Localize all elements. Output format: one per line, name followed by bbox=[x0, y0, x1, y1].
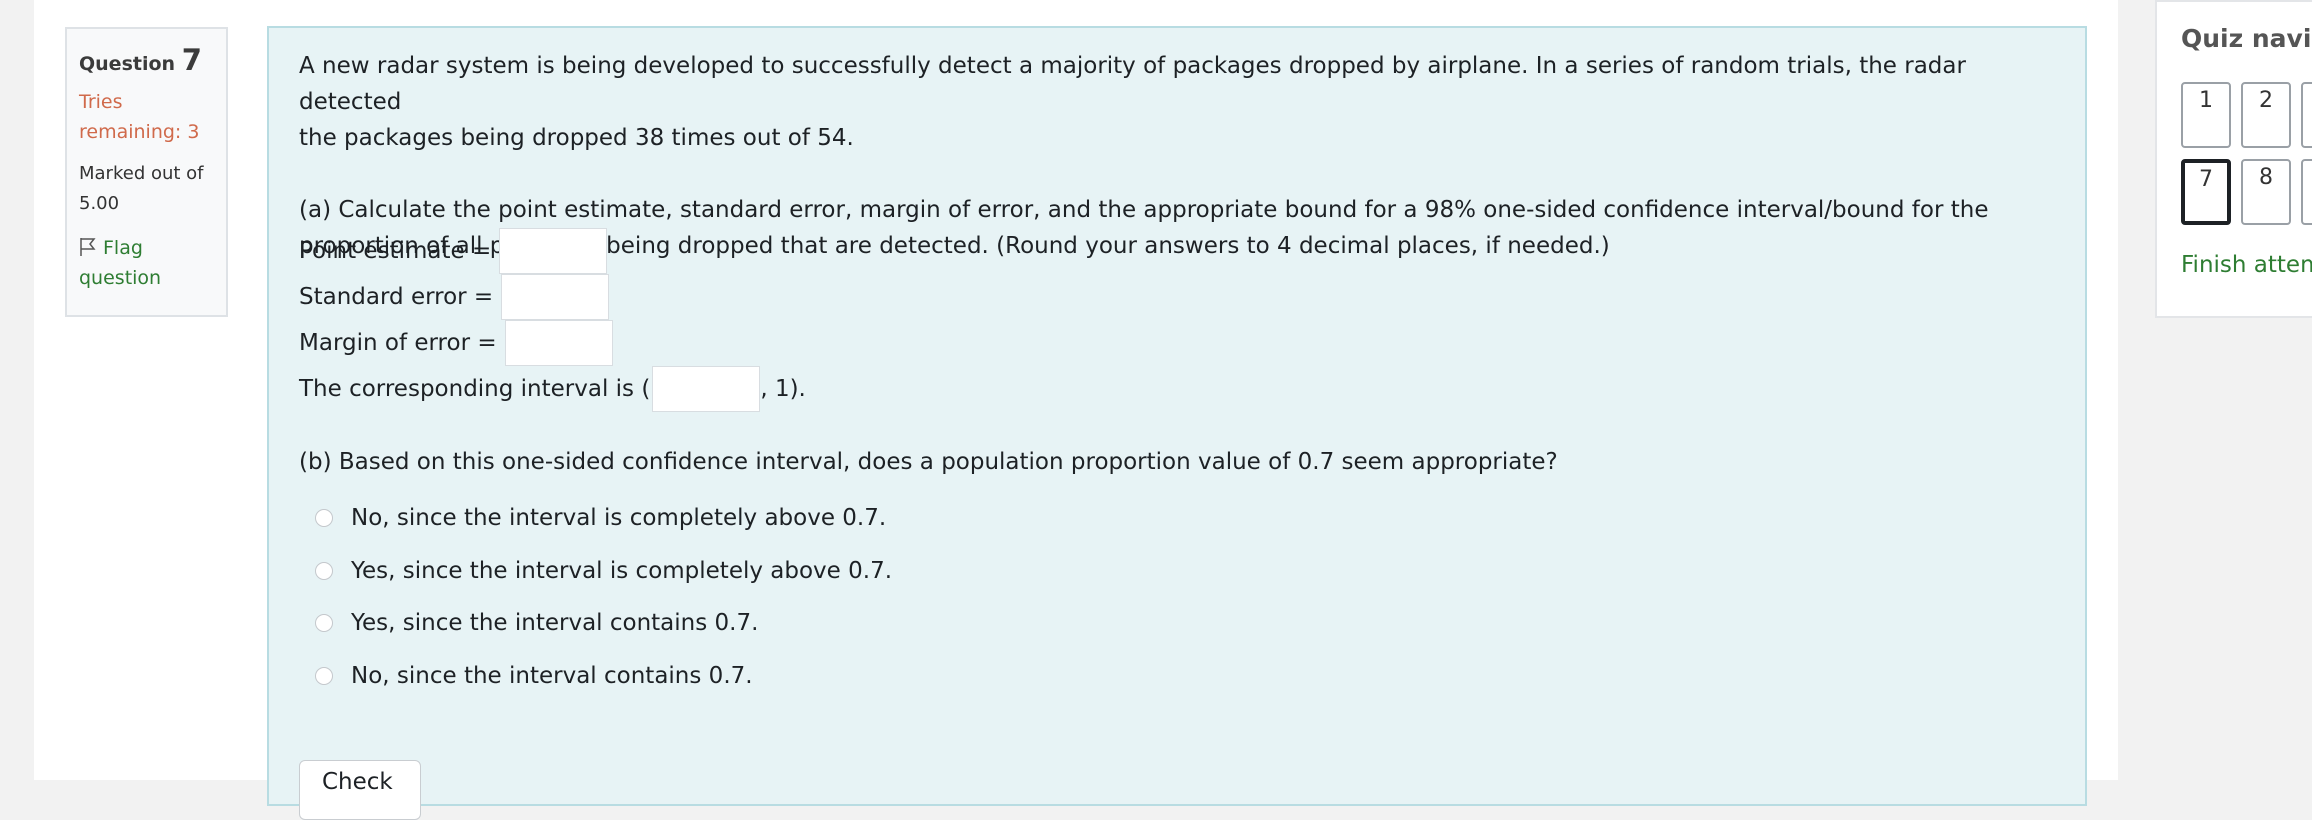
question-number-value: 7 bbox=[181, 43, 202, 77]
standard-error-label: Standard error = bbox=[299, 284, 494, 310]
tries-line-2: remaining: 3 bbox=[79, 121, 200, 143]
marked-line-2: 5.00 bbox=[79, 193, 120, 214]
question-intro-line-2: the packages being dropped 38 times out … bbox=[299, 125, 854, 151]
point-estimate-row: Point estimate = bbox=[299, 228, 608, 274]
interval-prefix: The corresponding interval is ( bbox=[299, 376, 651, 402]
point-estimate-input[interactable] bbox=[499, 228, 608, 274]
nav-question-8[interactable]: 8 bbox=[2241, 159, 2291, 225]
nav-question-7[interactable]: 7 bbox=[2181, 159, 2231, 225]
option-1[interactable]: No, since the interval is completely abo… bbox=[315, 505, 886, 531]
check-button[interactable]: Check bbox=[299, 760, 421, 820]
standard-error-input[interactable] bbox=[501, 274, 610, 320]
option-2[interactable]: Yes, since the interval is completely ab… bbox=[315, 558, 892, 584]
nav-question-2[interactable]: 2 bbox=[2241, 82, 2291, 148]
standard-error-row: Standard error = bbox=[299, 274, 610, 320]
margin-error-label: Margin of error = bbox=[299, 330, 497, 356]
quiz-navigation-title: Quiz navigation bbox=[2181, 24, 2312, 53]
question-number: Question 7 bbox=[79, 43, 226, 77]
tries-remaining: Tries remaining: 3 bbox=[79, 87, 226, 147]
finish-attempt-link[interactable]: Finish attempt ... bbox=[2181, 252, 2312, 278]
interval-lower-input[interactable] bbox=[652, 366, 761, 412]
question-label: Question bbox=[79, 53, 176, 75]
flag-icon bbox=[80, 238, 96, 256]
tries-line-1: Tries bbox=[79, 91, 123, 113]
nav-question-1[interactable]: 1 bbox=[2181, 82, 2231, 148]
interval-row: The corresponding interval is ( , 1). bbox=[299, 366, 806, 412]
question-formulation: A new radar system is being developed to… bbox=[267, 26, 2087, 820]
option-3-radio[interactable] bbox=[315, 614, 333, 632]
margin-error-row: Margin of error = bbox=[299, 320, 613, 366]
marked-line-1: Marked out of bbox=[79, 163, 204, 184]
flag-question-link[interactable]: Flag question bbox=[79, 233, 226, 293]
flag-line-1[interactable]: Flag bbox=[103, 237, 143, 259]
option-4-label[interactable]: No, since the interval contains 0.7. bbox=[351, 663, 753, 689]
part-a-line-1: (a) Calculate the point estimate, standa… bbox=[299, 197, 1989, 223]
option-2-radio[interactable] bbox=[315, 562, 333, 580]
question-intro-line-1: A new radar system is being developed to… bbox=[299, 53, 1966, 115]
option-3[interactable]: Yes, since the interval contains 0.7. bbox=[315, 610, 758, 636]
quiz-navigation: Quiz navigation 1 2 7 8 Finish attempt .… bbox=[2155, 0, 2312, 318]
option-4[interactable]: No, since the interval contains 0.7. bbox=[315, 663, 753, 689]
option-1-label[interactable]: No, since the interval is completely abo… bbox=[351, 505, 886, 531]
nav-question-9[interactable] bbox=[2301, 159, 2312, 225]
question-info: Question 7 Tries remaining: 3 Marked out… bbox=[65, 27, 228, 317]
nav-question-3[interactable] bbox=[2301, 82, 2312, 148]
interval-suffix: , 1). bbox=[760, 376, 806, 402]
part-b-text: (b) Based on this one-sided confidence i… bbox=[299, 449, 1558, 475]
option-4-radio[interactable] bbox=[315, 667, 333, 685]
flag-line-2[interactable]: question bbox=[79, 263, 226, 293]
option-1-radio[interactable] bbox=[315, 509, 333, 527]
margin-error-input[interactable] bbox=[504, 320, 613, 366]
option-3-label[interactable]: Yes, since the interval contains 0.7. bbox=[351, 610, 758, 636]
option-2-label[interactable]: Yes, since the interval is completely ab… bbox=[351, 558, 892, 584]
marked-out-of: Marked out of 5.00 bbox=[79, 159, 226, 219]
point-estimate-label: Point estimate = bbox=[299, 238, 492, 264]
